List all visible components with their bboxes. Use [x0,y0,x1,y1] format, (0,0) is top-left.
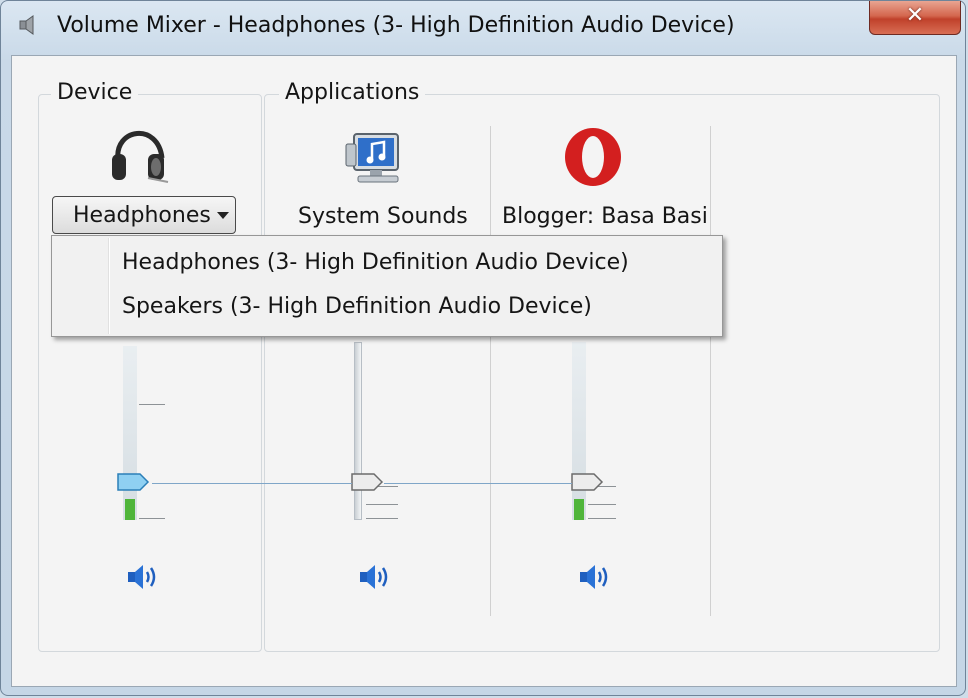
menu-gutter [108,238,110,334]
column-separator [490,126,491,616]
headphones-icon [112,130,169,183]
window-title: Volume Mixer - Headphones (3- High Defin… [57,13,735,38]
volume-link-line [384,483,572,484]
mixer-client-area: Device Applications Headphones System So… [11,55,957,687]
slider-tick [366,518,398,519]
speaker-volume-icon [580,565,608,589]
column-separator [710,126,711,616]
volume-link-line [152,483,352,484]
speaker-volume-icon [128,565,156,589]
opera-icon [565,128,621,186]
app-label-system-sounds: System Sounds [298,204,468,229]
title-bar[interactable]: Volume Mixer - Headphones (3- High Defin… [1,1,967,53]
system-sounds-track [354,342,362,520]
speaker-icon [19,15,34,35]
menu-item-speakers[interactable]: Speakers (3- High Definition Audio Devic… [122,294,592,319]
slider-tick [588,518,616,519]
close-button[interactable]: ✕ [869,1,961,35]
device-peak-meter [123,346,137,520]
volume-mixer-window: Volume Mixer - Headphones (3- High Defin… [0,0,966,696]
speaker-volume-icon [360,565,388,589]
app-label-blogger: Blogger: Basa Basi [502,204,708,229]
system-sounds-volume-thumb[interactable] [350,472,384,492]
device-dropdown-menu: Headphones (3- High Definition Audio Dev… [51,235,723,337]
device-mute-button[interactable] [126,562,160,592]
slider-tick [588,504,616,505]
blogger-peak-meter [572,342,586,520]
slider-tick [139,404,165,405]
system-sounds-mute-button[interactable] [358,562,392,592]
device-selector-label: Headphones [73,203,211,228]
device-volume-thumb[interactable] [116,472,150,492]
blogger-level-fill [574,499,584,520]
device-selector[interactable]: Headphones [52,196,236,234]
menu-item-headphones[interactable]: Headphones (3- High Definition Audio Dev… [122,250,629,275]
device-group-label: Device [51,80,139,105]
slider-tick [139,518,165,519]
applications-group-label: Applications [279,80,426,105]
blogger-volume-thumb[interactable] [570,472,604,492]
close-icon: ✕ [905,3,925,28]
blogger-mute-button[interactable] [578,562,612,592]
slider-tick [366,504,398,505]
device-level-fill [125,499,135,520]
system-sounds-icon [345,133,399,183]
chevron-down-icon [217,212,229,219]
